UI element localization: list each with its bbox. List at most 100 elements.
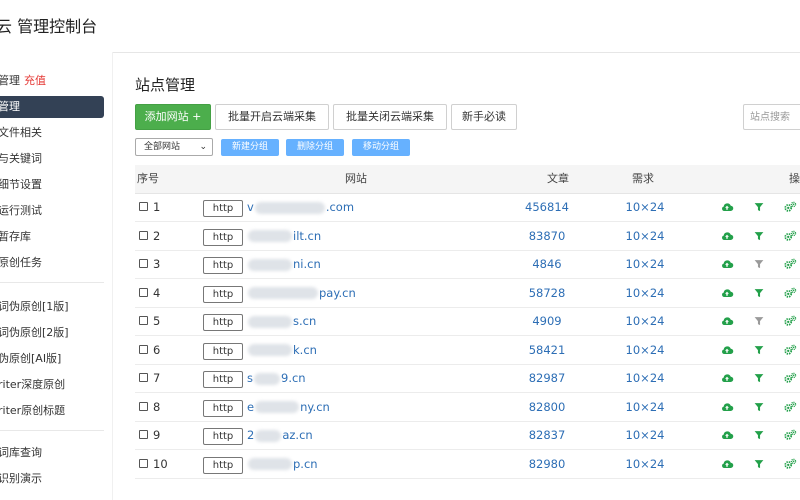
sidebar-item[interactable]: riter原创标题 [0,400,104,422]
article-count[interactable]: 58728 [507,279,587,307]
row-checkbox[interactable] [139,458,148,468]
filter-icon[interactable] [752,200,766,214]
row-checkbox[interactable] [139,202,148,211]
sidebar-item[interactable]: 词伪原创[2版] [0,322,104,344]
protocol-button[interactable]: http [203,399,243,417]
article-count[interactable]: 82800 [507,393,587,421]
batch-close-collect-button[interactable]: 批量关闭云端采集 [333,104,447,130]
site-link[interactable]: k.cn [247,336,317,364]
sidebar-item[interactable]: riter深度原创 [0,374,104,396]
site-group-select[interactable]: 全部网站 ⌄ [135,138,213,156]
sidebar-item[interactable]: 文件相关 [0,122,104,144]
gears-icon[interactable] [783,400,797,414]
sidebar-item[interactable]: 与关键词 [0,148,104,170]
protocol-button[interactable]: http [203,257,243,274]
site-search-input[interactable] [743,104,800,130]
cloud-upload-icon[interactable] [720,257,734,271]
site-link[interactable]: p.cn [247,450,318,478]
row-checkbox[interactable] [139,373,148,382]
protocol-button[interactable]: http [203,200,243,217]
article-count[interactable]: 82987 [507,364,587,392]
demand-value[interactable]: 10×24 [610,421,680,449]
gears-icon[interactable] [783,371,797,385]
sidebar-item[interactable]: 管理 充值 [0,70,104,92]
cloud-upload-icon[interactable] [720,229,734,243]
sidebar-item[interactable]: 细节设置 [0,174,104,196]
cloud-upload-icon[interactable] [720,286,734,300]
article-count[interactable]: 4909 [507,307,587,335]
row-checkbox[interactable] [139,344,148,354]
gears-icon[interactable] [783,428,797,442]
cloud-upload-icon[interactable] [720,400,734,414]
row-checkbox[interactable] [139,230,148,240]
article-count[interactable]: 83870 [507,222,587,250]
gears-icon[interactable] [783,229,797,243]
gears-icon[interactable] [783,314,797,328]
filter-icon[interactable] [752,229,766,243]
protocol-button[interactable]: http [203,371,243,388]
gears-icon[interactable] [783,200,797,214]
cloud-upload-icon[interactable] [720,457,734,471]
demand-value[interactable]: 10×24 [610,307,680,335]
demand-value[interactable]: 10×24 [610,279,680,307]
article-count[interactable]: 4846 [507,250,587,278]
batch-open-collect-button[interactable]: 批量开启云端采集 [215,104,329,130]
site-link[interactable]: v .com [247,193,354,221]
row-checkbox[interactable] [139,430,148,439]
sidebar-item[interactable]: 词伪原创[1版] [0,296,104,318]
cloud-upload-icon[interactable] [720,371,734,385]
site-link[interactable]: pay.cn [247,279,356,307]
protocol-button[interactable]: http [203,285,243,303]
filter-icon[interactable] [752,400,766,414]
site-link[interactable]: s 9.cn [247,364,306,392]
sidebar-item[interactable]: 暂存库 [0,226,104,248]
sidebar-item[interactable]: 词库查询 [0,442,104,464]
row-checkbox[interactable] [139,259,148,268]
site-link[interactable]: 2 az.cn [247,421,313,449]
new-group-button[interactable]: 新建分组 [221,139,279,156]
row-checkbox[interactable] [139,316,148,325]
filter-icon[interactable] [752,314,766,328]
site-link[interactable]: ilt.cn [247,222,321,250]
row-checkbox[interactable] [139,287,148,297]
filter-icon[interactable] [752,457,766,471]
sidebar-item[interactable]: 伪原创[AI版] [0,348,104,370]
protocol-button[interactable]: http [203,314,243,331]
protocol-button[interactable]: http [203,342,243,360]
cloud-upload-icon[interactable] [720,343,734,357]
add-site-button[interactable]: 添加网站 + [135,104,211,130]
gears-icon[interactable] [783,343,797,357]
article-count[interactable]: 82980 [507,450,587,478]
sidebar-item[interactable]: 管理 [0,96,104,118]
site-link[interactable]: s.cn [247,307,316,335]
demand-value[interactable]: 10×24 [610,193,680,221]
gears-icon[interactable] [783,457,797,471]
row-checkbox[interactable] [139,401,148,411]
gears-icon[interactable] [783,257,797,271]
site-link[interactable]: ni.cn [247,250,321,278]
article-count[interactable]: 58421 [507,336,587,364]
demand-value[interactable]: 10×24 [610,222,680,250]
filter-icon[interactable] [752,371,766,385]
filter-icon[interactable] [752,286,766,300]
filter-icon[interactable] [752,343,766,357]
filter-icon[interactable] [752,428,766,442]
article-count[interactable]: 456814 [507,193,587,221]
cloud-upload-icon[interactable] [720,200,734,214]
move-group-button[interactable]: 移动分组 [352,139,410,156]
demand-value[interactable]: 10×24 [610,393,680,421]
sidebar-item[interactable]: 原创任务 [0,252,104,274]
demand-value[interactable]: 10×24 [610,250,680,278]
sidebar-item[interactable]: 识别演示 [0,468,104,490]
demand-value[interactable]: 10×24 [610,336,680,364]
cloud-upload-icon[interactable] [720,314,734,328]
site-link[interactable]: e ny.cn [247,393,330,421]
cloud-upload-icon[interactable] [720,428,734,442]
sidebar-item[interactable]: 运行测试 [0,200,104,222]
protocol-button[interactable]: http [203,428,243,445]
delete-group-button[interactable]: 删除分组 [286,139,344,156]
filter-icon[interactable] [752,257,766,271]
protocol-button[interactable]: http [203,228,243,246]
protocol-button[interactable]: http [203,456,243,474]
gears-icon[interactable] [783,286,797,300]
